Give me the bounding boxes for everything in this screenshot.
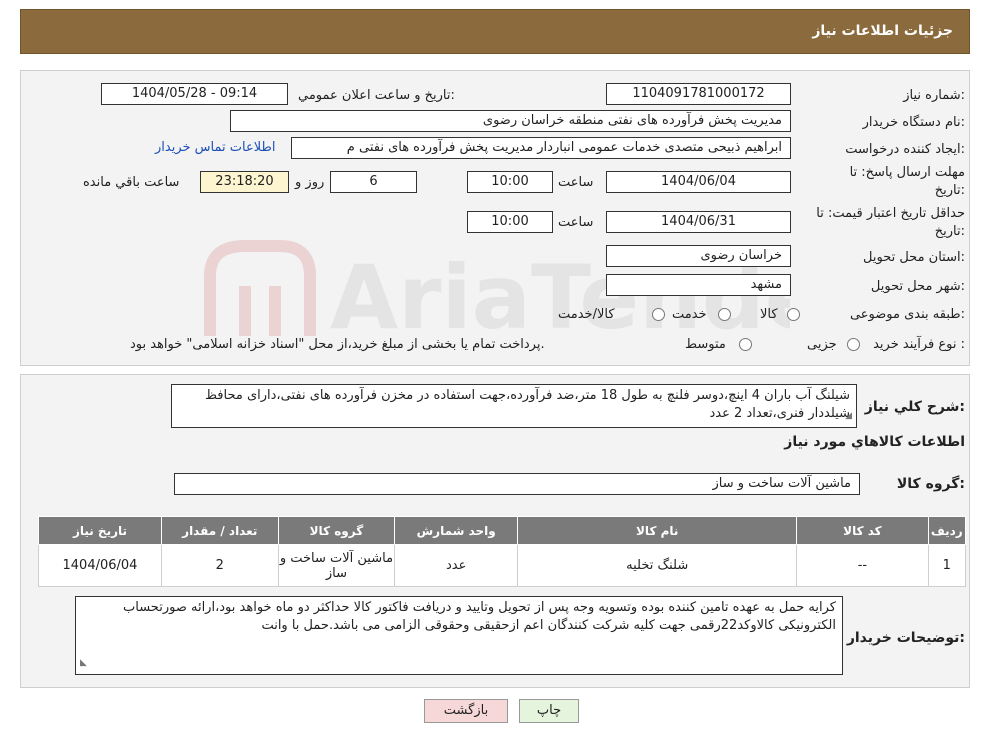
cell-need-date: 1404/06/04 <box>38 544 162 587</box>
province-label: استان محل تحویل: <box>863 250 965 265</box>
announce-label: تاریخ و ساعت اعلان عمومي: <box>298 88 455 103</box>
validity-label-2: تاریخ: <box>934 224 965 239</box>
table-row: 1 -- شلنگ تخلیه عدد ماشین آلات ساخت و سا… <box>38 544 967 587</box>
buyer-notes-text: کرایه حمل به عهده تامین کننده بوده وتسوی… <box>123 600 836 633</box>
buyer-notes-textarea[interactable]: کرایه حمل به عهده تامین کننده بوده وتسوی… <box>75 596 843 675</box>
remaining-time-field: 23:18:20 <box>200 171 289 193</box>
goods-table: ردیف کد کالا نام کالا واحد شمارش گروه کا… <box>38 516 967 587</box>
creator-field: ابراهیم ذبیحی متصدی خدمات عمومی انباردار… <box>291 137 791 159</box>
validity-label: حداقل تاریخ اعتبار قیمت: تا <box>816 206 965 221</box>
need-number-field: 1104091781000172 <box>606 83 791 105</box>
cell-unit: عدد <box>394 544 519 587</box>
cell-goods-name: شلنگ تخلیه <box>517 544 798 587</box>
col-need-date: تاریخ نیاز <box>38 516 162 545</box>
print-button[interactable]: چاپ <box>519 699 579 723</box>
goods-group-field: ماشین آلات ساخت و ساز <box>174 473 860 495</box>
table-header-row: ردیف کد کالا نام کالا واحد شمارش گروه کا… <box>38 516 967 545</box>
category-label: طبقه بندی موضوعی: <box>849 307 965 322</box>
category-radio-goods-service[interactable] <box>652 308 665 321</box>
col-unit: واحد شمارش <box>394 516 519 545</box>
buyer-contact-link[interactable]: اطلاعات تماس خریدار <box>155 140 275 155</box>
cell-goods-group: ماشین آلات ساخت و ساز <box>277 544 396 587</box>
description-text: شیلنگ آب باران 4 اینچ،دوسر فلنچ به طول 1… <box>204 388 850 421</box>
col-goods-name: نام کالا <box>517 516 798 545</box>
deadline-label: مهلت ارسال پاسخ: تا <box>849 165 965 180</box>
description-label: شرح کلي نیاز: <box>864 399 965 415</box>
buyer-field: مدیریت پخش فرآورده های نفتی منطقه خراسان… <box>230 110 791 132</box>
purchase-type-label: نوع فرآیند خرید : <box>873 337 965 352</box>
col-goods-code: کد کالا <box>796 516 929 545</box>
days-word: روز و <box>295 175 325 190</box>
validity-time-word: ساعت <box>558 215 594 230</box>
page-header: جزئیات اطلاعات نیاز <box>20 9 970 54</box>
back-button[interactable]: بازگشت <box>424 699 508 723</box>
category-radio-goods[interactable] <box>787 308 800 321</box>
purchase-option-minor: جزیی <box>807 337 837 352</box>
col-goods-group: گروه کالا <box>277 516 396 545</box>
category-radio-service[interactable] <box>718 308 731 321</box>
city-field: مشهد <box>606 274 791 296</box>
col-row-number: ردیف <box>927 516 967 545</box>
deadline-date-field: 1404/06/04 <box>606 171 791 193</box>
remaining-word: ساعت باقي مانده <box>83 175 180 190</box>
category-option-service: خدمت <box>672 307 707 322</box>
category-option-goods: کالا <box>760 307 778 322</box>
description-textarea[interactable]: شیلنگ آب باران 4 اینچ،دوسر فلنچ به طول 1… <box>171 384 857 428</box>
city-label: شهر محل تحویل: <box>870 279 965 294</box>
creator-label: ایجاد کننده درخواست: <box>845 142 965 157</box>
resize-handle-icon[interactable]: ◣ <box>80 654 87 672</box>
deadline-time-field: 10:00 <box>467 171 553 193</box>
goods-section-title: اطلاعات کالاهاي مورد نیاز <box>784 434 965 450</box>
days-remaining-field: 6 <box>330 171 417 193</box>
buyer-notes-label: توضیحات خریدار: <box>846 630 965 646</box>
validity-date-field: 1404/06/31 <box>606 211 791 233</box>
validity-time-field: 10:00 <box>467 211 553 233</box>
need-number-label: شماره نیاز: <box>903 88 965 103</box>
resize-handle-icon[interactable]: ◢ <box>845 407 852 425</box>
province-field: خراسان رضوی <box>606 245 791 267</box>
purchase-option-medium: متوسط <box>685 337 726 352</box>
cell-goods-code: -- <box>796 544 929 587</box>
cell-row-number: 1 <box>927 544 967 587</box>
page-title: جزئیات اطلاعات نیاز <box>812 23 953 39</box>
goods-group-label: گروه کالا: <box>896 476 965 492</box>
deadline-time-word: ساعت <box>558 175 594 190</box>
deadline-label-2: تاریخ: <box>934 183 965 198</box>
purchase-radio-medium[interactable] <box>739 338 752 351</box>
purchase-radio-minor[interactable] <box>847 338 860 351</box>
cell-quantity: 2 <box>160 544 279 587</box>
payment-note: پرداخت تمام یا بخشی از مبلغ خرید،از محل … <box>130 337 545 352</box>
category-option-goods-service: کالا/خدمت <box>558 307 615 322</box>
col-quantity: تعداد / مقدار <box>160 516 279 545</box>
buyer-label: نام دستگاه خریدار: <box>862 115 965 130</box>
announce-datetime-field: 1404/05/28 - 09:14 <box>101 83 288 105</box>
